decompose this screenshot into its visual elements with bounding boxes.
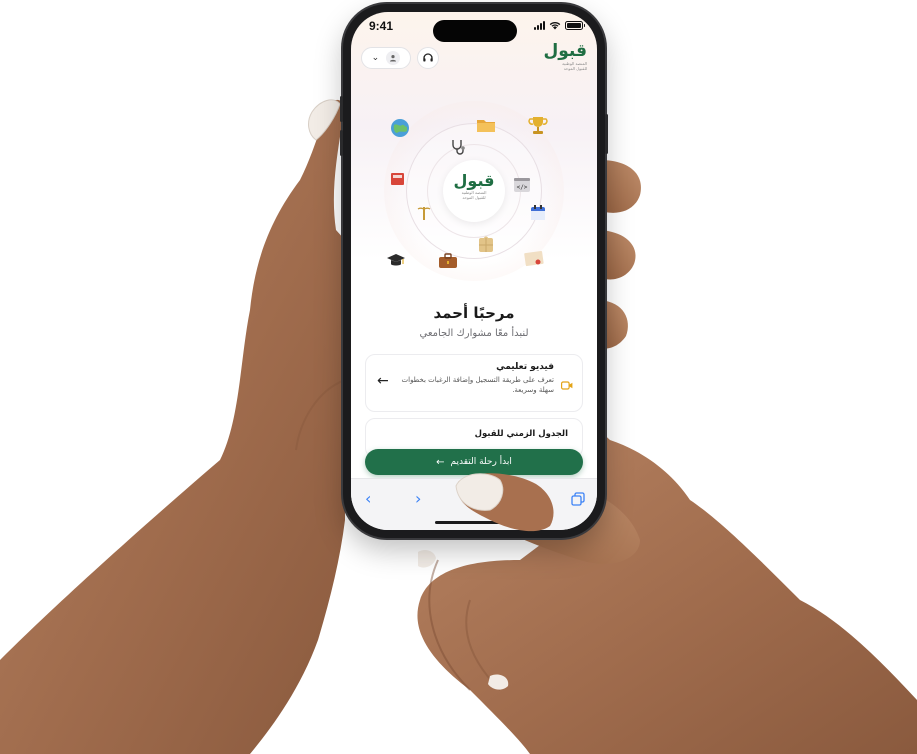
caduceus-icon — [413, 202, 435, 224]
chevron-down-icon: ⌄ — [371, 53, 380, 63]
arrow-left-icon: ← — [436, 456, 445, 468]
welcome-title: مرحبًا أحمد — [433, 304, 515, 322]
user-icon — [386, 51, 401, 65]
briefcase-icon — [437, 250, 459, 272]
certificate-icon — [523, 248, 545, 270]
status-time: 9:41 — [369, 19, 394, 33]
brand-tagline-2: للقبول الموحد — [563, 66, 587, 71]
volume-up-button — [340, 96, 343, 122]
code-icon: </> — [511, 174, 533, 196]
wifi-icon — [549, 22, 561, 30]
timeline-card-title: الجدول الزمني للقبول — [474, 429, 568, 439]
status-bar: 9:41 — [351, 12, 597, 42]
calendar-icon — [527, 202, 549, 224]
power-button — [605, 114, 608, 154]
trophy-icon — [527, 114, 549, 136]
book-icon — [387, 168, 409, 190]
center-logo: قبول المنصة الوطنية للقبول الموحد — [443, 160, 505, 222]
center-brand-name: قبول — [453, 171, 495, 190]
thumb-overlay — [455, 473, 554, 532]
headset-icon — [423, 53, 433, 62]
welcome-section: مرحبًا أحمد لنبدأ معًا مشوارك الجامعي — [351, 304, 597, 339]
phone-device: 9:41 ⌄ قبول المنصة الوطنية للقبول الموحد… — [340, 4, 608, 538]
center-tagline-2: للقبول الموحد — [462, 195, 486, 200]
stethoscope-icon — [447, 136, 469, 158]
video-card-title: فيديو تعليمي — [496, 362, 554, 372]
video-card-description: تعرف على طريقة التسجيل وإضافة الرغبات بخ… — [401, 376, 554, 394]
account-menu-button[interactable]: ⌄ — [361, 47, 411, 69]
folder-icon — [475, 114, 497, 136]
brand-logo: قبول المنصة الوطنية للقبول الموحد — [543, 41, 587, 72]
battery-icon — [565, 21, 585, 30]
cellular-signal-icon — [534, 21, 545, 30]
tutorial-video-card[interactable]: فيديو تعليمي تعرف على طريقة التسجيل وإضا… — [365, 354, 583, 412]
welcome-subtitle: لنبدأ معًا مشوارك الجامعي — [419, 328, 529, 339]
browser-forward-button[interactable]: › — [415, 489, 421, 508]
puzzle-icon — [475, 234, 497, 256]
video-camera-icon — [561, 375, 573, 394]
status-icons — [534, 21, 585, 30]
photo-stage: 9:41 ⌄ قبول المنصة الوطنية للقبول الموحد… — [0, 0, 917, 754]
dynamic-island — [433, 20, 517, 42]
hero-illustration: قبول المنصة الوطنية للقبول الموحد </> — [351, 78, 597, 288]
phone-screen: 9:41 ⌄ قبول المنصة الوطنية للقبول الموحد… — [351, 12, 597, 530]
browser-back-button[interactable]: ‹ — [365, 489, 371, 508]
app-header: ⌄ قبول المنصة الوطنية للقبول الموحد — [351, 42, 597, 78]
volume-down-button — [340, 130, 343, 156]
graduation-cap-icon — [385, 250, 407, 272]
globe-icon — [389, 117, 411, 139]
arrow-left-icon[interactable]: ← — [377, 373, 389, 389]
svg-text:</>: </> — [517, 184, 528, 191]
start-application-label: ابدأ رحلة التقديم — [450, 457, 512, 467]
brand-name: قبول — [543, 41, 587, 61]
support-button[interactable] — [417, 47, 439, 69]
tabs-icon[interactable] — [571, 491, 585, 510]
